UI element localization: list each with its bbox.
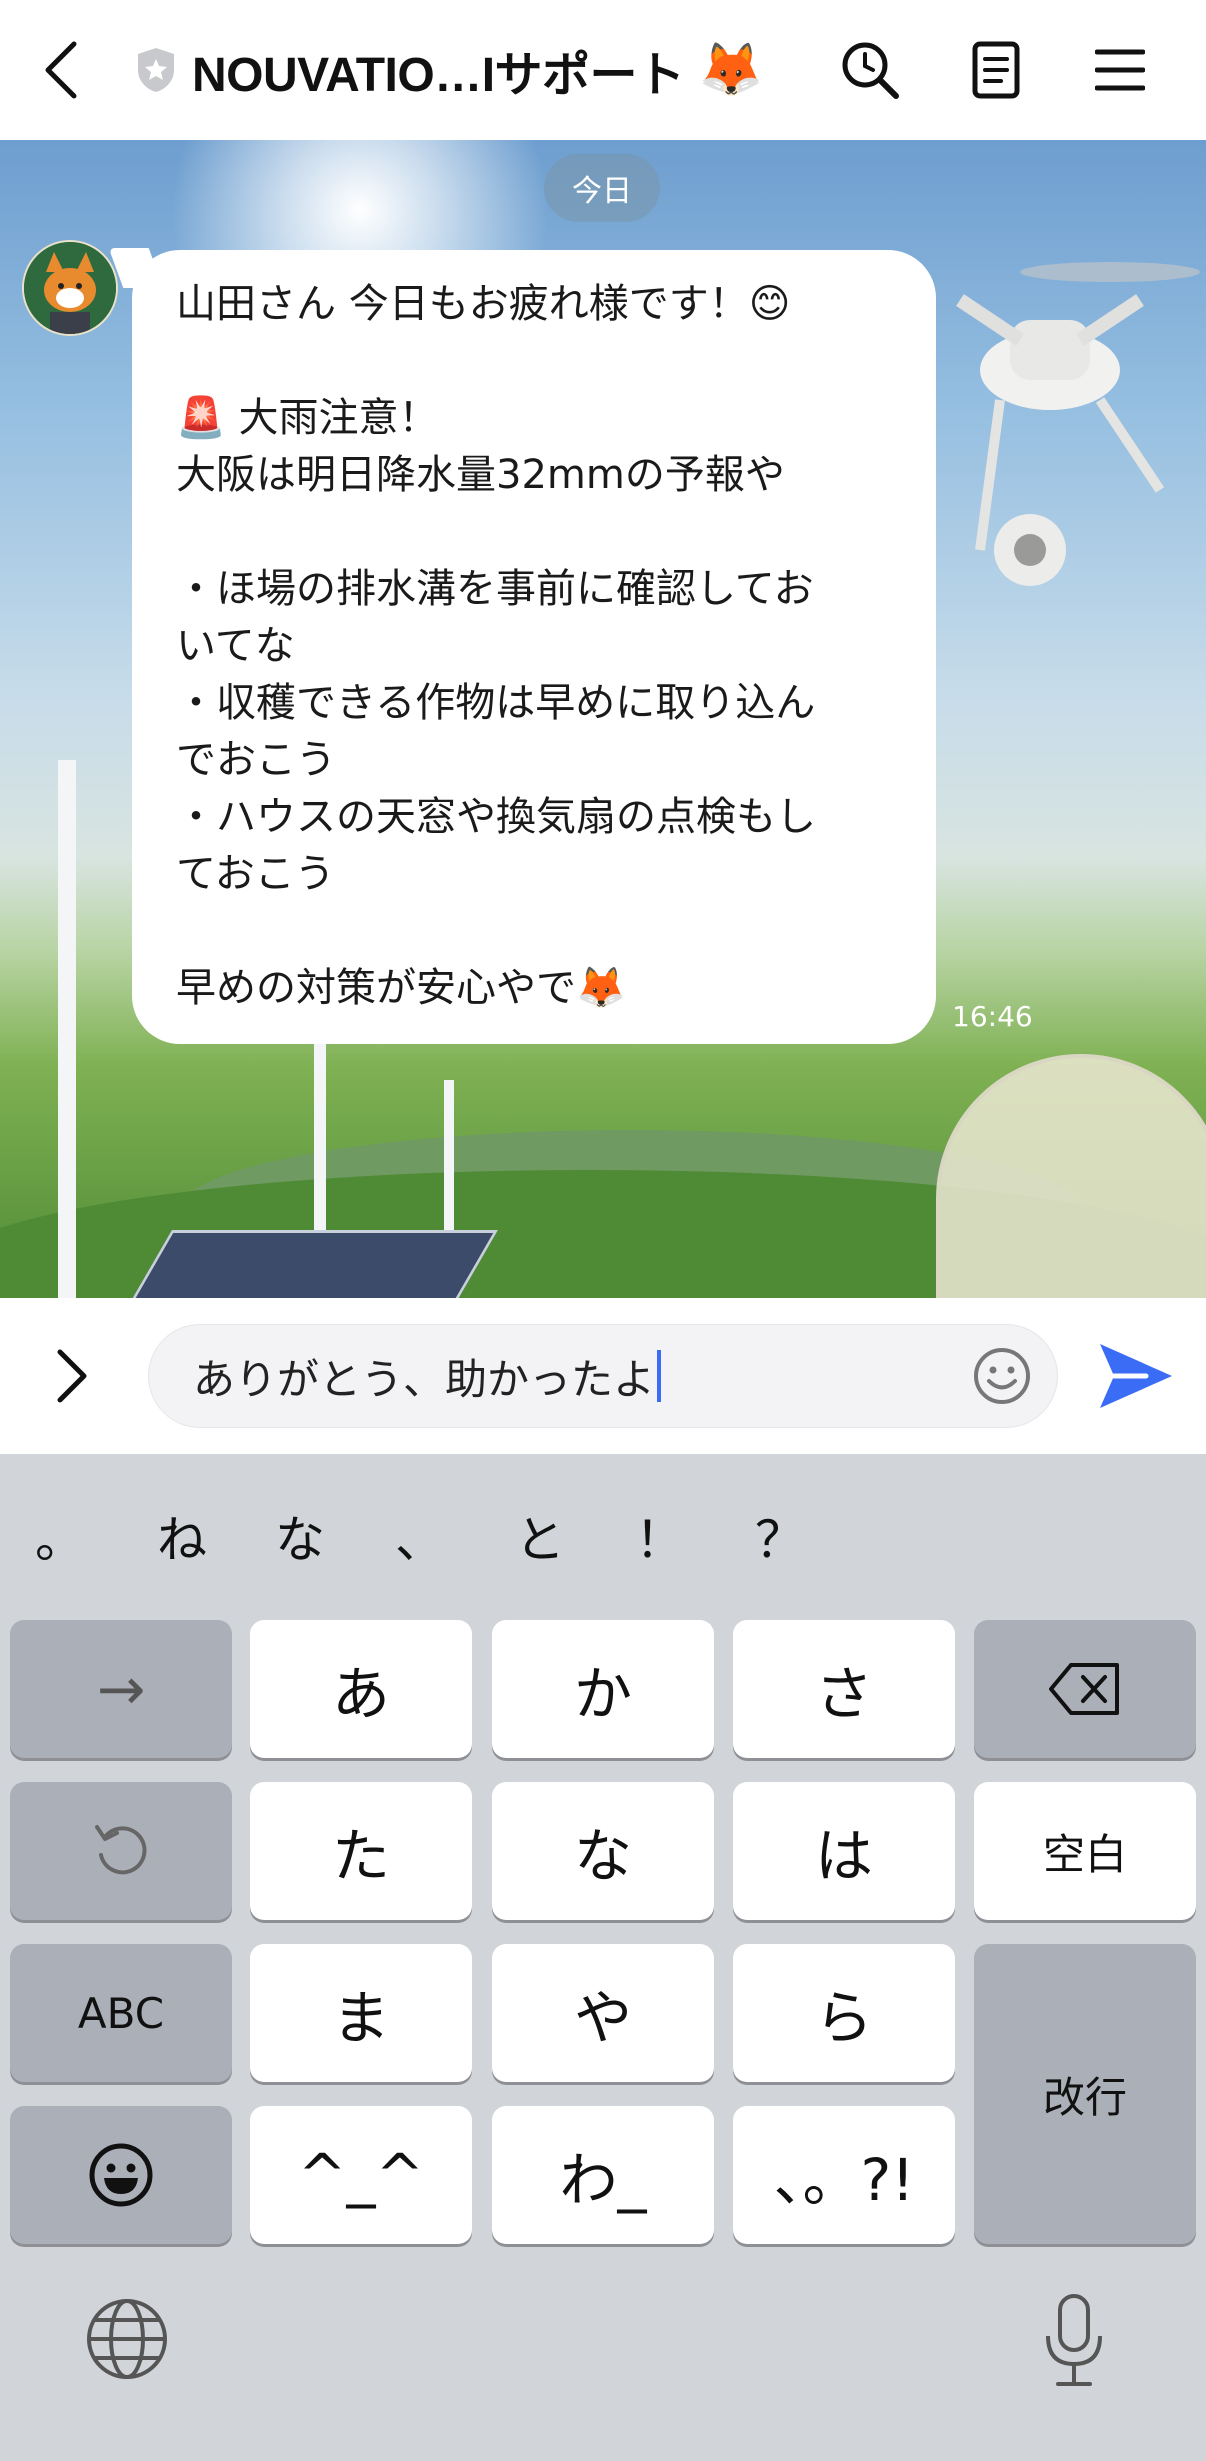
key-kaomoji[interactable]: ^_^ — [250, 2106, 472, 2244]
emoji-button[interactable] — [972, 1346, 1032, 1406]
key-emoji[interactable] — [10, 2106, 232, 2244]
message-line: でおこう — [176, 737, 336, 783]
candidate-word[interactable]: ！ — [620, 1500, 700, 1572]
message-line: ・ほ場の排水溝を事前に確認してお — [176, 566, 814, 612]
solar-panel — [128, 1230, 498, 1298]
key-undo[interactable] — [10, 1782, 232, 1920]
globe-icon — [87, 2299, 167, 2379]
message-line: いてな — [176, 623, 295, 669]
expand-menu-button[interactable] — [42, 1344, 102, 1408]
message-line: 早めの対策が安心やで🦊 — [176, 965, 626, 1011]
greenhouse — [936, 1054, 1206, 1298]
notes-icon — [972, 41, 1020, 99]
key-abc[interactable]: ABC — [10, 1944, 232, 2082]
date-separator: 今日 — [544, 154, 660, 222]
back-button[interactable] — [30, 38, 94, 102]
fox-emoji: 🦊 — [698, 40, 764, 100]
message-input-bar: ありがとう、助かったよ — [0, 1298, 1206, 1454]
key-sa[interactable]: さ — [733, 1620, 955, 1758]
chevron-right-icon — [57, 1349, 87, 1403]
shield-star-icon — [138, 48, 174, 92]
key-ka[interactable]: か — [492, 1620, 714, 1758]
menu-button[interactable] — [1088, 38, 1152, 102]
globe-button[interactable] — [82, 2294, 172, 2394]
send-button[interactable] — [1096, 1338, 1176, 1414]
candidate-word[interactable]: 、 — [380, 1500, 460, 1572]
key-a[interactable]: あ — [250, 1620, 472, 1758]
wind-turbine — [58, 760, 76, 1298]
microphone-icon — [1046, 2294, 1102, 2386]
key-ma[interactable]: ま — [250, 1944, 472, 2082]
message-line: ・ハウスの天窓や換気扇の点検もし — [176, 794, 816, 840]
back-chevron-icon — [45, 41, 77, 99]
smiley-icon — [974, 1348, 1030, 1404]
chat-header: NOUVATIO…Iサポート 🦊 — [0, 0, 1206, 140]
candidate-word[interactable]: ？ — [740, 1500, 820, 1572]
message-line: 🚨 大雨注意！ — [176, 395, 439, 441]
message-line — [176, 903, 906, 960]
chat-title[interactable]: NOUVATIO…Iサポート 🦊 — [134, 38, 784, 102]
drone-illustration — [956, 262, 1200, 586]
key-ha[interactable]: は — [733, 1782, 955, 1920]
bot-message-bubble[interactable]: 山田さん 今日もお疲れ様です！😊 🚨 大雨注意！ 大阪は明日降水量32mmの予報… — [132, 250, 936, 1044]
key-ra[interactable]: ら — [733, 1944, 955, 2082]
message-input-text: ありがとう、助かったよ — [193, 1354, 656, 1404]
candidate-word[interactable]: 。 — [20, 1500, 100, 1572]
key-na[interactable]: な — [492, 1782, 714, 1920]
key-backspace[interactable] — [974, 1620, 1196, 1758]
fox-avatar-icon — [24, 242, 116, 334]
message-input[interactable]: ありがとう、助かったよ — [148, 1324, 1058, 1428]
candidate-word[interactable]: な — [260, 1500, 340, 1572]
message-line: ・収穫できる作物は早めに取り込ん — [176, 680, 816, 726]
send-icon — [1100, 1344, 1172, 1408]
search-clock-icon — [842, 42, 899, 99]
undo-icon — [95, 1825, 147, 1875]
japanese-keyboard: 。 ね な 、 と ！ ？ → あ か さ た な は 空白 ABC ま や ら… — [0, 1454, 1206, 2461]
message-line — [176, 333, 906, 390]
message-line: ておこう — [176, 851, 335, 897]
text-caret — [657, 1350, 662, 1402]
key-enter[interactable]: 改行 — [974, 1944, 1196, 2244]
message-line: 大阪は明日降水量32mmの予報や — [176, 452, 785, 498]
message-line: 山田さん 今日もお疲れ様です！😊 — [176, 281, 791, 327]
key-wa[interactable]: わ_ — [492, 2106, 714, 2244]
chat-area: 今日 山田さん 今日もお疲れ様です！😊 🚨 大雨注意！ 大阪は明日降水量32mm… — [0, 140, 1206, 1298]
microphone-button[interactable] — [1034, 2290, 1124, 2390]
candidate-word[interactable]: ね — [142, 1500, 222, 1572]
message-timestamp: 16:46 — [952, 1000, 1033, 1033]
backspace-icon — [1049, 1663, 1119, 1715]
key-ta[interactable]: た — [250, 1782, 472, 1920]
key-next-arrow[interactable]: → — [10, 1620, 232, 1758]
bot-avatar[interactable] — [22, 240, 118, 336]
key-ya[interactable]: や — [492, 1944, 714, 2082]
candidate-word[interactable]: と — [500, 1500, 580, 1572]
key-punctuation[interactable]: 、。?! — [733, 2106, 955, 2244]
emoji-icon — [89, 2143, 153, 2207]
candidate-bar: 。 ね な 、 と ！ ？ — [0, 1454, 1206, 1614]
chat-title-text: NOUVATIO…Iサポート — [192, 49, 685, 102]
notes-button[interactable] — [964, 38, 1028, 102]
menu-icon — [1095, 49, 1145, 91]
message-line — [176, 504, 906, 561]
search-button[interactable] — [838, 38, 902, 102]
key-space[interactable]: 空白 — [974, 1782, 1196, 1920]
